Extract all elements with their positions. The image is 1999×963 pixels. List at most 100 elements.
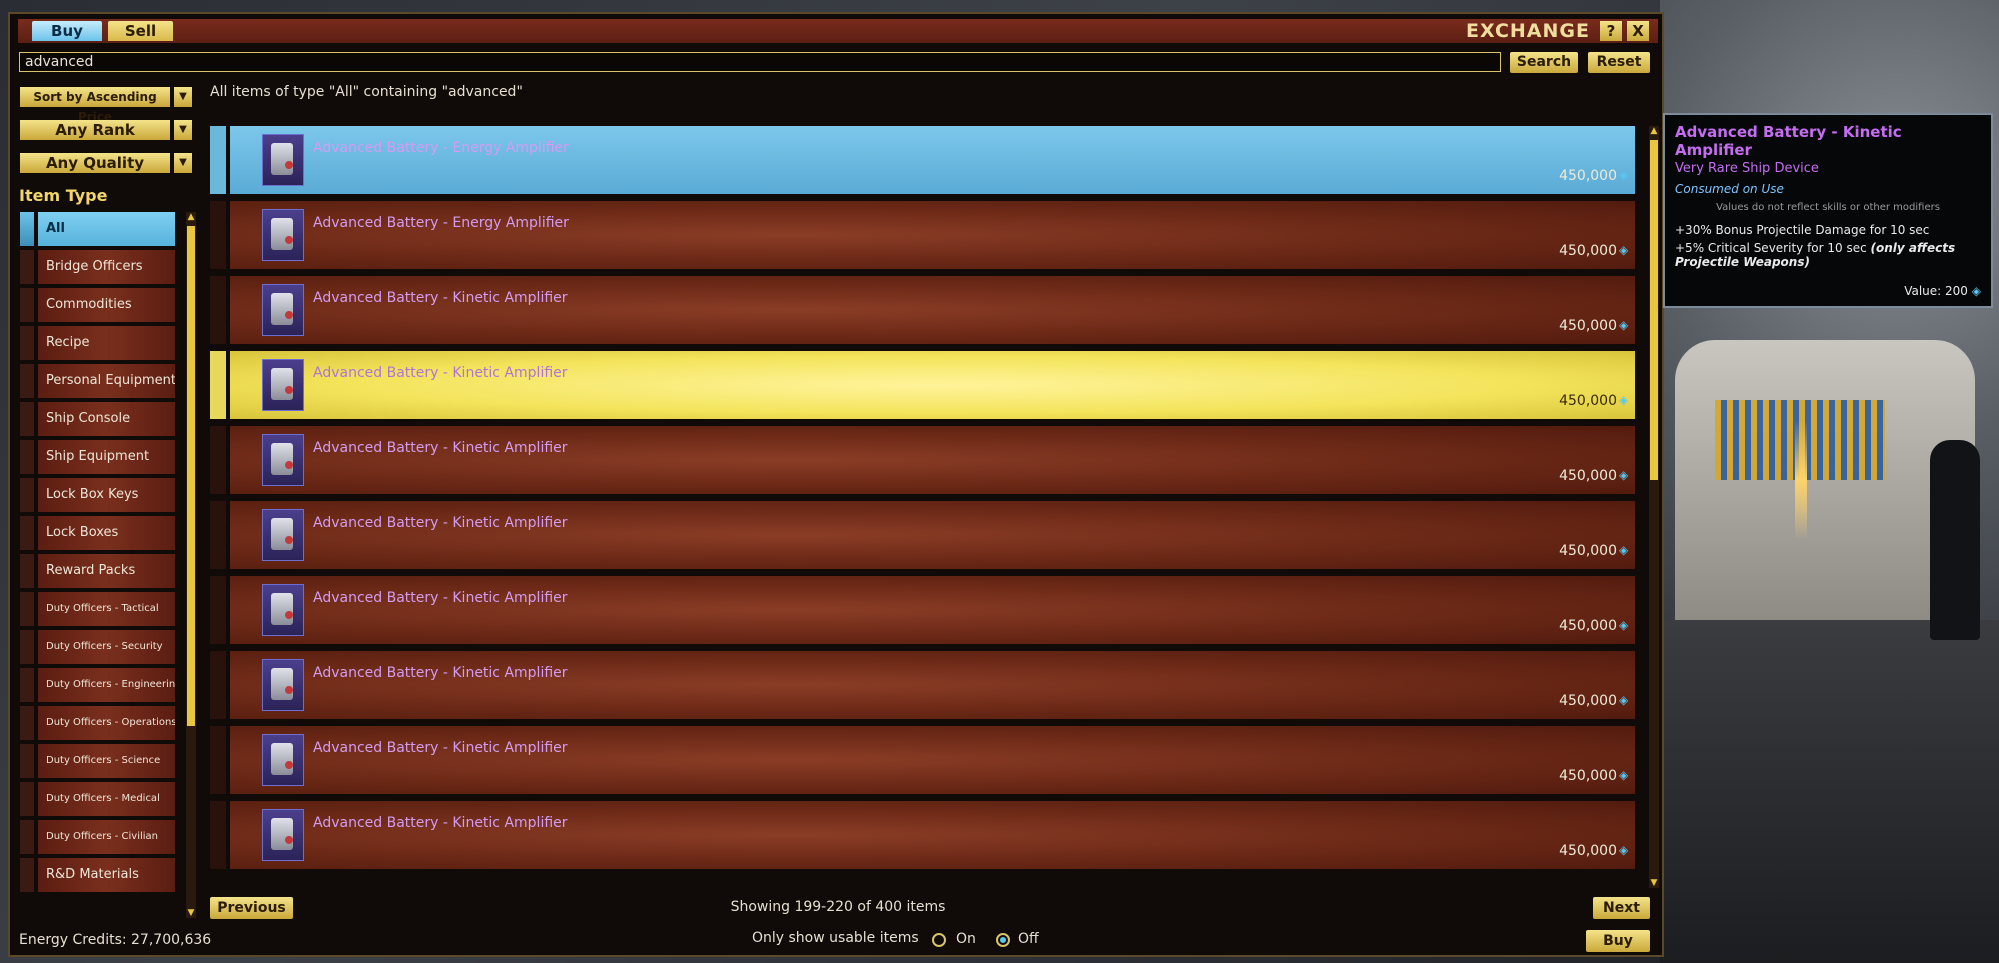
table-row[interactable]: Advanced Battery - Kinetic Amplifier 450,… xyxy=(210,276,1635,344)
search-summary: All items of type "All" containing "adva… xyxy=(210,84,523,100)
item-name[interactable]: Advanced Battery - Kinetic Amplifier xyxy=(313,515,568,531)
table-row[interactable]: Advanced Battery - Energy Amplifier 450,0… xyxy=(210,126,1635,194)
tab-sell[interactable]: Sell xyxy=(108,21,173,41)
item-price: 450,000 xyxy=(1559,843,1617,859)
item-name[interactable]: Advanced Battery - Kinetic Amplifier xyxy=(313,440,568,456)
results-list: Advanced Battery - Energy Amplifier 450,0… xyxy=(210,114,1635,886)
close-button[interactable]: X xyxy=(1627,21,1649,41)
item-type-duty-officers-civilian[interactable]: Duty Officers - Civilian xyxy=(20,820,175,854)
item-type-duty-officers-medical[interactable]: Duty Officers - Medical xyxy=(20,782,175,816)
table-row[interactable]: Advanced Battery - Kinetic Amplifier 450,… xyxy=(210,501,1635,569)
item-type-heading: Item Type xyxy=(19,186,108,205)
item-type-lock-boxes[interactable]: Lock Boxes xyxy=(20,516,175,550)
usable-off-radio[interactable] xyxy=(996,933,1010,947)
row-stub xyxy=(210,426,226,494)
usable-on-radio[interactable] xyxy=(932,933,946,947)
scrollbar-thumb[interactable] xyxy=(187,226,195,726)
item-price: 450,000 xyxy=(1559,693,1617,709)
item-type-recipe[interactable]: Recipe xyxy=(20,326,175,360)
table-row[interactable]: Advanced Battery - Energy Amplifier 450,0… xyxy=(210,201,1635,269)
usable-on-label: On xyxy=(956,931,976,947)
credit-icon: ◈ xyxy=(1619,843,1629,857)
item-type-stub xyxy=(20,402,34,436)
row-body[interactable]: Advanced Battery - Kinetic Amplifier 450,… xyxy=(230,501,1635,569)
battery-icon xyxy=(262,134,304,186)
row-body[interactable]: Advanced Battery - Kinetic Amplifier 450,… xyxy=(230,576,1635,644)
item-type-personal-equipment[interactable]: Personal Equipment xyxy=(20,364,175,398)
item-type-label: Ship Equipment xyxy=(38,440,175,474)
item-type-duty-officers-engineering[interactable]: Duty Officers - Engineering xyxy=(20,668,175,702)
credit-icon: ◈ xyxy=(1619,768,1629,782)
item-type-scrollbar[interactable]: ▲ ▼ xyxy=(186,212,196,918)
row-stub xyxy=(210,501,226,569)
item-type-stub xyxy=(20,592,34,626)
item-type-duty-officers-operations[interactable]: Duty Officers - Operations xyxy=(20,706,175,740)
chevron-down-icon[interactable]: ▼ xyxy=(174,120,192,140)
item-type-bridge-officers[interactable]: Bridge Officers xyxy=(20,250,175,284)
battery-icon xyxy=(262,284,304,336)
table-row[interactable]: Advanced Battery - Kinetic Amplifier 450,… xyxy=(210,426,1635,494)
item-type-duty-officers-science[interactable]: Duty Officers - Science xyxy=(20,744,175,778)
item-type-r-d-materials[interactable]: R&D Materials xyxy=(20,858,175,892)
item-name[interactable]: Advanced Battery - Kinetic Amplifier xyxy=(313,365,568,381)
item-type-lock-box-keys[interactable]: Lock Box Keys xyxy=(20,478,175,512)
chevron-down-icon[interactable]: ▼ xyxy=(174,153,192,173)
item-type-stub xyxy=(20,212,34,246)
title-bar: Buy Sell EXCHANGE ? X xyxy=(18,19,1658,43)
item-type-reward-packs[interactable]: Reward Packs xyxy=(20,554,175,588)
item-name[interactable]: Advanced Battery - Kinetic Amplifier xyxy=(313,290,568,306)
item-name[interactable]: Advanced Battery - Energy Amplifier xyxy=(313,215,569,231)
row-body[interactable]: Advanced Battery - Kinetic Amplifier 450,… xyxy=(230,276,1635,344)
scroll-down-icon[interactable]: ▼ xyxy=(1649,878,1659,888)
next-button[interactable]: Next xyxy=(1593,897,1650,919)
scroll-up-icon[interactable]: ▲ xyxy=(186,212,196,222)
row-stub xyxy=(210,726,226,794)
scrollbar-thumb[interactable] xyxy=(1650,140,1658,480)
chevron-down-icon[interactable]: ▼ xyxy=(174,87,192,107)
sort-dropdown-label: Sort by Ascending Price xyxy=(33,90,157,124)
row-body[interactable]: Advanced Battery - Energy Amplifier 450,0… xyxy=(230,201,1635,269)
item-type-stub xyxy=(20,554,34,588)
tab-buy[interactable]: Buy xyxy=(32,21,102,41)
row-body[interactable]: Advanced Battery - Kinetic Amplifier 450,… xyxy=(230,801,1635,869)
item-type-stub xyxy=(20,478,34,512)
results-scrollbar[interactable]: ▲ ▼ xyxy=(1649,126,1659,888)
search-input[interactable] xyxy=(19,52,1501,72)
row-body[interactable]: Advanced Battery - Kinetic Amplifier 450,… xyxy=(230,351,1635,419)
table-row[interactable]: Advanced Battery - Kinetic Amplifier 450,… xyxy=(210,801,1635,869)
credit-icon: ◈ xyxy=(1619,543,1629,557)
buy-button[interactable]: Buy xyxy=(1586,930,1650,952)
row-body[interactable]: Advanced Battery - Kinetic Amplifier 450,… xyxy=(230,726,1635,794)
item-name[interactable]: Advanced Battery - Kinetic Amplifier xyxy=(313,665,568,681)
sort-dropdown[interactable]: Sort by Ascending Price ▼ xyxy=(20,87,192,124)
item-name[interactable]: Advanced Battery - Energy Amplifier xyxy=(313,140,569,156)
item-type-stub xyxy=(20,706,34,740)
reset-button[interactable]: Reset xyxy=(1588,52,1650,73)
item-type-all[interactable]: All xyxy=(20,212,175,246)
table-row[interactable]: Advanced Battery - Kinetic Amplifier 450,… xyxy=(210,576,1635,644)
item-type-ship-equipment[interactable]: Ship Equipment xyxy=(20,440,175,474)
rank-dropdown[interactable]: Any Rank ▼ xyxy=(20,120,192,140)
item-name[interactable]: Advanced Battery - Kinetic Amplifier xyxy=(313,740,568,756)
item-type-commodities[interactable]: Commodities xyxy=(20,288,175,322)
item-type-duty-officers-security[interactable]: Duty Officers - Security xyxy=(20,630,175,664)
battery-icon xyxy=(262,509,304,561)
item-name[interactable]: Advanced Battery - Kinetic Amplifier xyxy=(313,815,568,831)
search-button[interactable]: Search xyxy=(1510,52,1578,73)
table-row[interactable]: Advanced Battery - Kinetic Amplifier 450,… xyxy=(210,651,1635,719)
tooltip-note: Values do not reflect skills or other mo… xyxy=(1716,202,1940,213)
table-row[interactable]: Advanced Battery - Kinetic Amplifier 450,… xyxy=(210,351,1635,419)
row-body[interactable]: Advanced Battery - Kinetic Amplifier 450,… xyxy=(230,426,1635,494)
help-button[interactable]: ? xyxy=(1600,21,1622,41)
scroll-up-icon[interactable]: ▲ xyxy=(1649,126,1659,136)
item-name[interactable]: Advanced Battery - Kinetic Amplifier xyxy=(313,590,568,606)
row-body[interactable]: Advanced Battery - Kinetic Amplifier 450,… xyxy=(230,651,1635,719)
item-type-label: Commodities xyxy=(38,288,175,322)
table-row[interactable]: Advanced Battery - Kinetic Amplifier 450,… xyxy=(210,726,1635,794)
item-type-stub xyxy=(20,744,34,778)
item-type-ship-console[interactable]: Ship Console xyxy=(20,402,175,436)
tooltip-title: Advanced Battery - Kinetic Amplifier xyxy=(1675,123,1902,159)
quality-dropdown[interactable]: Any Quality ▼ xyxy=(20,153,192,173)
row-body[interactable]: Advanced Battery - Energy Amplifier 450,0… xyxy=(230,126,1635,194)
item-type-duty-officers-tactical[interactable]: Duty Officers - Tactical xyxy=(20,592,175,626)
